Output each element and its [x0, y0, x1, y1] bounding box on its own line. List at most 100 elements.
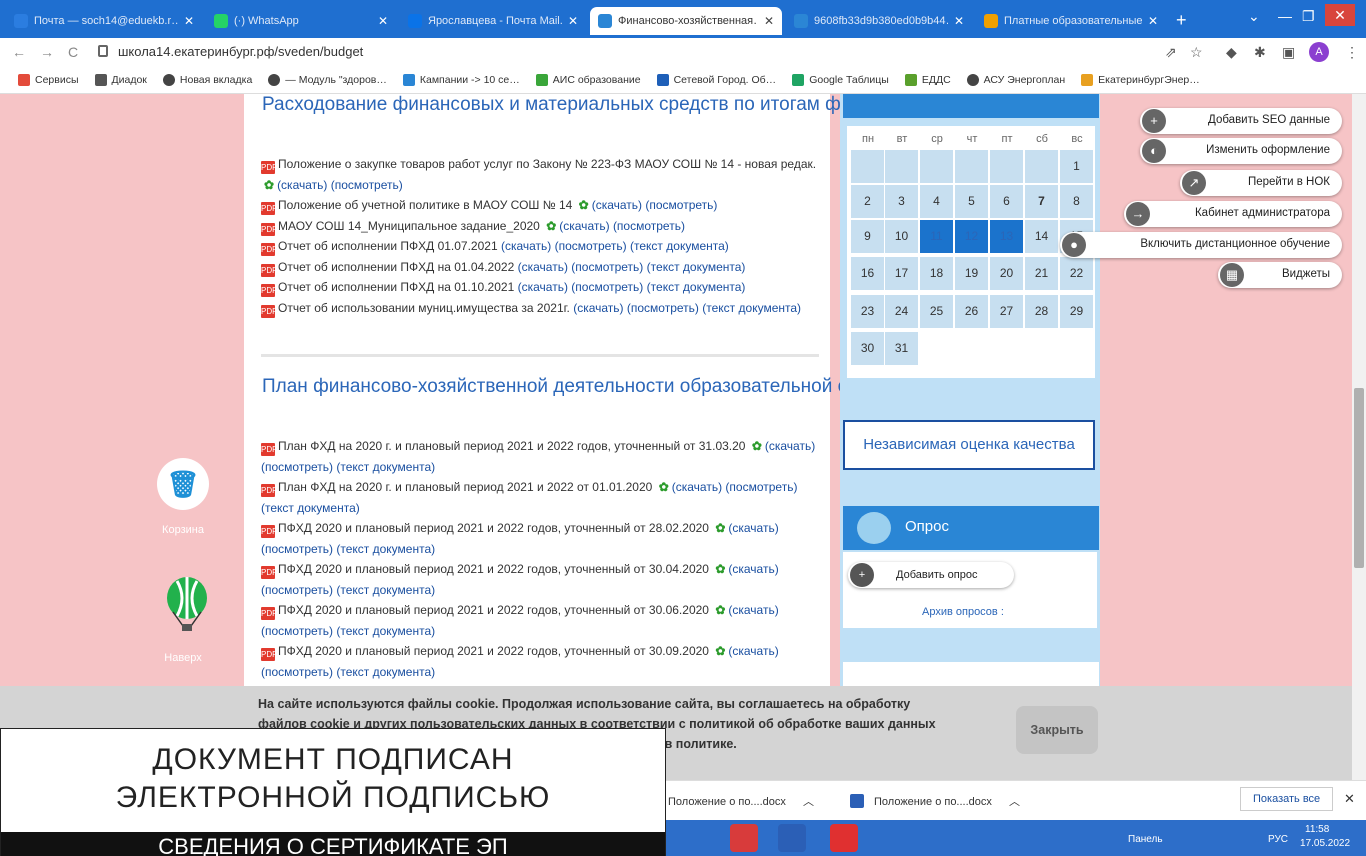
bookmark-sheets[interactable]: Google Таблицы	[792, 73, 889, 86]
close-icon[interactable]: ✕	[1344, 791, 1355, 807]
poll-archive-link[interactable]: Архив опросов :	[922, 606, 1004, 618]
text-link[interactable]: (текст документа)	[630, 239, 729, 253]
bookmark-asu[interactable]: АСУ Энергоплан	[966, 73, 1065, 86]
download-item[interactable]: Положение о по....docx ︿	[850, 793, 1020, 809]
calendar-day[interactable]: 4	[920, 185, 953, 218]
view-link[interactable]: (посмотреть)	[571, 280, 643, 294]
download-link[interactable]: (скачать)	[501, 239, 551, 253]
download-link[interactable]: (скачать)	[277, 178, 327, 192]
bookmark-diadok[interactable]: Диадок	[94, 73, 147, 86]
download-link[interactable]: (скачать)	[672, 480, 722, 494]
calendar-day[interactable]: 9	[851, 220, 884, 253]
download-link[interactable]: (скачать)	[728, 521, 778, 535]
download-link[interactable]: (скачать)	[518, 280, 568, 294]
bookmark-module[interactable]: — Модуль "здоров…	[268, 73, 387, 86]
admin-cabinet-button[interactable]: → Кабинет администратора	[1124, 201, 1342, 227]
bookmark-star-icon[interactable]: ☆	[1190, 44, 1203, 61]
download-link[interactable]: (скачать)	[765, 439, 815, 453]
bookmark-energy[interactable]: ЕкатеринбургЭнер…	[1081, 73, 1200, 86]
calendar-day[interactable]: 2	[851, 185, 884, 218]
tab-mail[interactable]: Почта — soch14@eduekb.r… ✕	[6, 7, 202, 35]
view-link[interactable]: (посмотреть)	[613, 219, 685, 233]
view-link[interactable]: (посмотреть)	[331, 178, 403, 192]
text-link[interactable]: (текст документа)	[336, 665, 435, 679]
text-link[interactable]: (текст документа)	[336, 542, 435, 556]
calendar-day[interactable]: 6	[990, 185, 1023, 218]
download-item[interactable]: Положение о по....docx ︿	[668, 793, 814, 809]
widgets-button[interactable]: ▦ Виджеты	[1218, 262, 1342, 288]
close-icon[interactable]: ✕	[1148, 14, 1158, 28]
calendar-day[interactable]: 3	[885, 185, 918, 218]
close-icon[interactable]: ✕	[568, 14, 578, 28]
app-icon[interactable]	[830, 824, 858, 852]
calendar-day[interactable]: 7	[1025, 185, 1058, 218]
download-link[interactable]: (скачать)	[728, 562, 778, 576]
window-close-button[interactable]: ✕	[1325, 4, 1355, 26]
bookmark-ais[interactable]: АИС образование	[535, 73, 641, 86]
tab-search-icon[interactable]: ⌄	[1248, 8, 1260, 25]
calendar-day[interactable]: 20	[990, 257, 1023, 290]
lang-indicator[interactable]: РУС	[1268, 834, 1288, 845]
change-design-button[interactable]: ◐ Изменить оформление	[1140, 138, 1342, 164]
download-link[interactable]: (скачать)	[728, 644, 778, 658]
add-seo-button[interactable]: + Добавить SEO данные	[1140, 108, 1342, 134]
calendar-day[interactable]: 23	[851, 295, 884, 328]
independent-eval-link[interactable]: Независимая оценка качества	[843, 420, 1095, 470]
text-link[interactable]: (текст документа)	[336, 624, 435, 638]
tab-file[interactable]: 9608fb33d9b380ed0b9b44… ✕	[786, 7, 972, 35]
new-tab-button[interactable]: +	[1176, 10, 1187, 31]
tab-finance[interactable]: Финансово-хозяйственная… ✕	[590, 7, 782, 35]
puzzle-icon[interactable]: ✱	[1254, 44, 1266, 61]
view-link[interactable]: (посмотреть)	[261, 460, 333, 474]
bookmark-netcity[interactable]: Сетевой Город. Об…	[656, 73, 776, 86]
tab-mailru[interactable]: Ярославцева - Почта Mail.r… ✕	[400, 7, 586, 35]
bookmark-campaigns[interactable]: Кампании -> 10 се…	[402, 73, 520, 86]
forward-icon[interactable]: →	[40, 44, 54, 60]
close-icon[interactable]: ✕	[184, 14, 194, 28]
download-link[interactable]: (скачать)	[728, 603, 778, 617]
calendar-day[interactable]: 30	[851, 332, 884, 365]
view-link[interactable]: (посмотреть)	[261, 542, 333, 556]
download-link[interactable]: (скачать)	[592, 198, 642, 212]
close-icon[interactable]: ✕	[954, 14, 964, 28]
calendar-day[interactable]: 25	[920, 295, 953, 328]
calendar-day[interactable]: 31	[885, 332, 918, 365]
calendar-day[interactable]: 27	[990, 295, 1023, 328]
calendar-day[interactable]: 16	[851, 257, 884, 290]
maximize-icon[interactable]: ❐	[1302, 8, 1315, 25]
bookmark-services[interactable]: Сервисы	[18, 73, 79, 86]
tab-paid[interactable]: Платные образовательные… ✕	[976, 7, 1166, 35]
chevron-up-icon[interactable]: ︿	[803, 796, 814, 808]
text-link[interactable]: (текст документа)	[261, 501, 360, 515]
close-icon[interactable]: ✕	[764, 14, 774, 28]
calendar-day[interactable]: 10	[885, 220, 918, 253]
bookmark-edds[interactable]: ЕДДС	[904, 73, 951, 86]
share-icon[interactable]: ⇗	[1165, 44, 1177, 61]
word-icon[interactable]	[778, 824, 806, 852]
calendar-day[interactable]: 5	[955, 185, 988, 218]
back-icon[interactable]: ←	[12, 44, 26, 60]
profile-avatar[interactable]: A	[1309, 42, 1329, 62]
calendar-day[interactable]: 12	[955, 220, 988, 253]
distance-learning-button[interactable]: ● Включить дистанционное обучение	[1060, 232, 1342, 258]
view-link[interactable]: (посмотреть)	[571, 260, 643, 274]
cookie-close-button[interactable]: Закрыть	[1016, 706, 1098, 754]
view-link[interactable]: (посмотреть)	[261, 665, 333, 679]
view-link[interactable]: (посмотреть)	[725, 480, 797, 494]
view-link[interactable]: (посмотреть)	[627, 301, 699, 315]
tab-whatsapp[interactable]: (·) WhatsApp ✕	[206, 7, 396, 35]
scrollbar-thumb[interactable]	[1354, 388, 1364, 568]
text-link[interactable]: (текст документа)	[702, 301, 801, 315]
download-link[interactable]: (скачать)	[573, 301, 623, 315]
calendar-day[interactable]: 22	[1060, 257, 1093, 290]
balloon-up-icon[interactable]	[163, 576, 211, 632]
calendar-day[interactable]: 17	[885, 257, 918, 290]
reload-icon[interactable]: C	[68, 44, 78, 60]
download-link[interactable]: (скачать)	[518, 260, 568, 274]
minimize-icon[interactable]: —	[1278, 8, 1292, 24]
text-link[interactable]: (текст документа)	[336, 583, 435, 597]
text-link[interactable]: (текст документа)	[336, 460, 435, 474]
calendar-day[interactable]: 26	[955, 295, 988, 328]
url-field[interactable]: школа14.екатеринбург.рф/sveden/budget	[118, 44, 363, 59]
calendar-day[interactable]: 1	[1060, 150, 1093, 183]
